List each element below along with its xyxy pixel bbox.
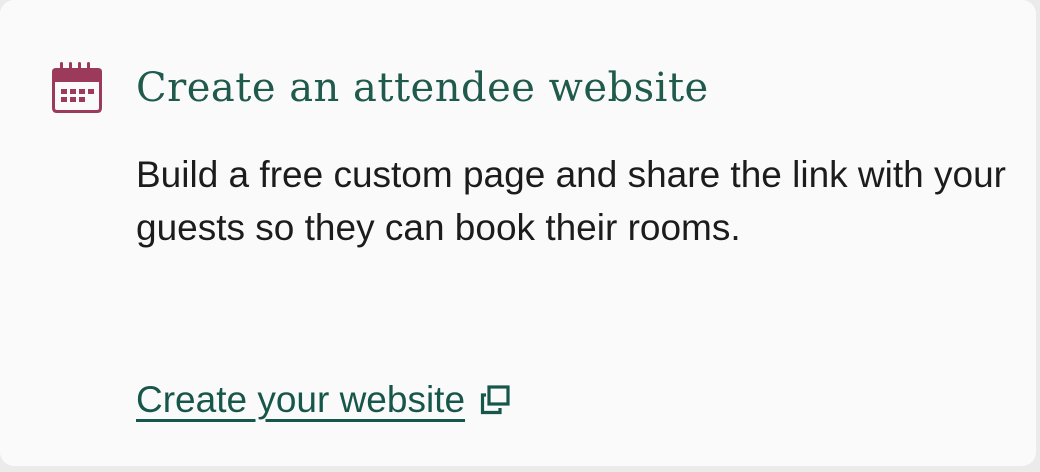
- calendar-icon: [52, 62, 102, 113]
- card-description: Build a free custom page and share the l…: [136, 154, 1006, 248]
- create-website-link-label: Create your website: [136, 379, 466, 420]
- create-website-link[interactable]: Create your website: [136, 372, 511, 428]
- card-title: Create an attendee website: [136, 65, 709, 111]
- attendee-website-card: Create an attendee website Build a free …: [0, 0, 1036, 466]
- external-link-icon: [480, 385, 510, 415]
